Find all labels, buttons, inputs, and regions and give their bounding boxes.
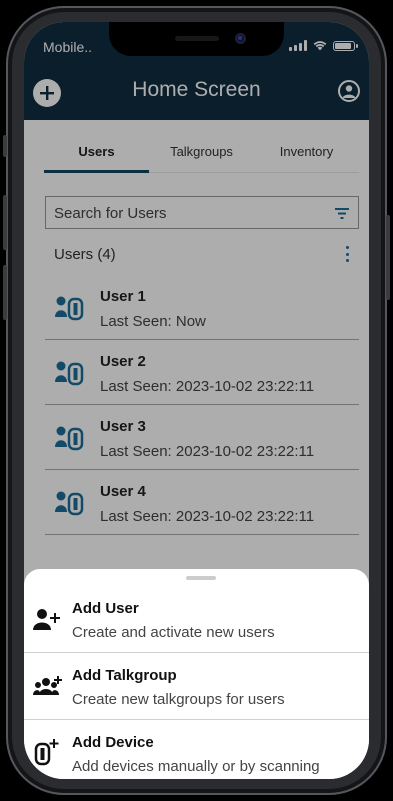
- add-device-icon: [34, 739, 59, 766]
- add-talkgroup-subtitle: Create new talkgroups for users: [72, 691, 285, 708]
- bottom-sheet: Add User Create and activate new users A…: [24, 569, 369, 779]
- drag-handle[interactable]: [186, 576, 216, 580]
- add-user-subtitle: Create and activate new users: [72, 624, 275, 641]
- add-device-subtitle: Add devices manually or by scanning: [72, 758, 320, 775]
- phone-side-button: [386, 215, 390, 300]
- phone-side-button: [3, 195, 7, 250]
- add-group-icon: [33, 676, 62, 695]
- add-user-option[interactable]: Add User Create and activate new users: [24, 586, 369, 653]
- add-user-icon: [33, 609, 60, 630]
- add-user-title: Add User: [72, 600, 139, 617]
- phone-screen: Mobile.. Home Screen Users Talkgroups In…: [24, 22, 369, 779]
- add-device-option[interactable]: Add Device Add devices manually or by sc…: [24, 720, 369, 779]
- phone-side-button: [3, 135, 7, 157]
- phone-side-button: [3, 265, 7, 320]
- add-talkgroup-title: Add Talkgroup: [72, 667, 177, 684]
- add-talkgroup-option[interactable]: Add Talkgroup Create new talkgroups for …: [24, 653, 369, 720]
- add-device-title: Add Device: [72, 734, 154, 751]
